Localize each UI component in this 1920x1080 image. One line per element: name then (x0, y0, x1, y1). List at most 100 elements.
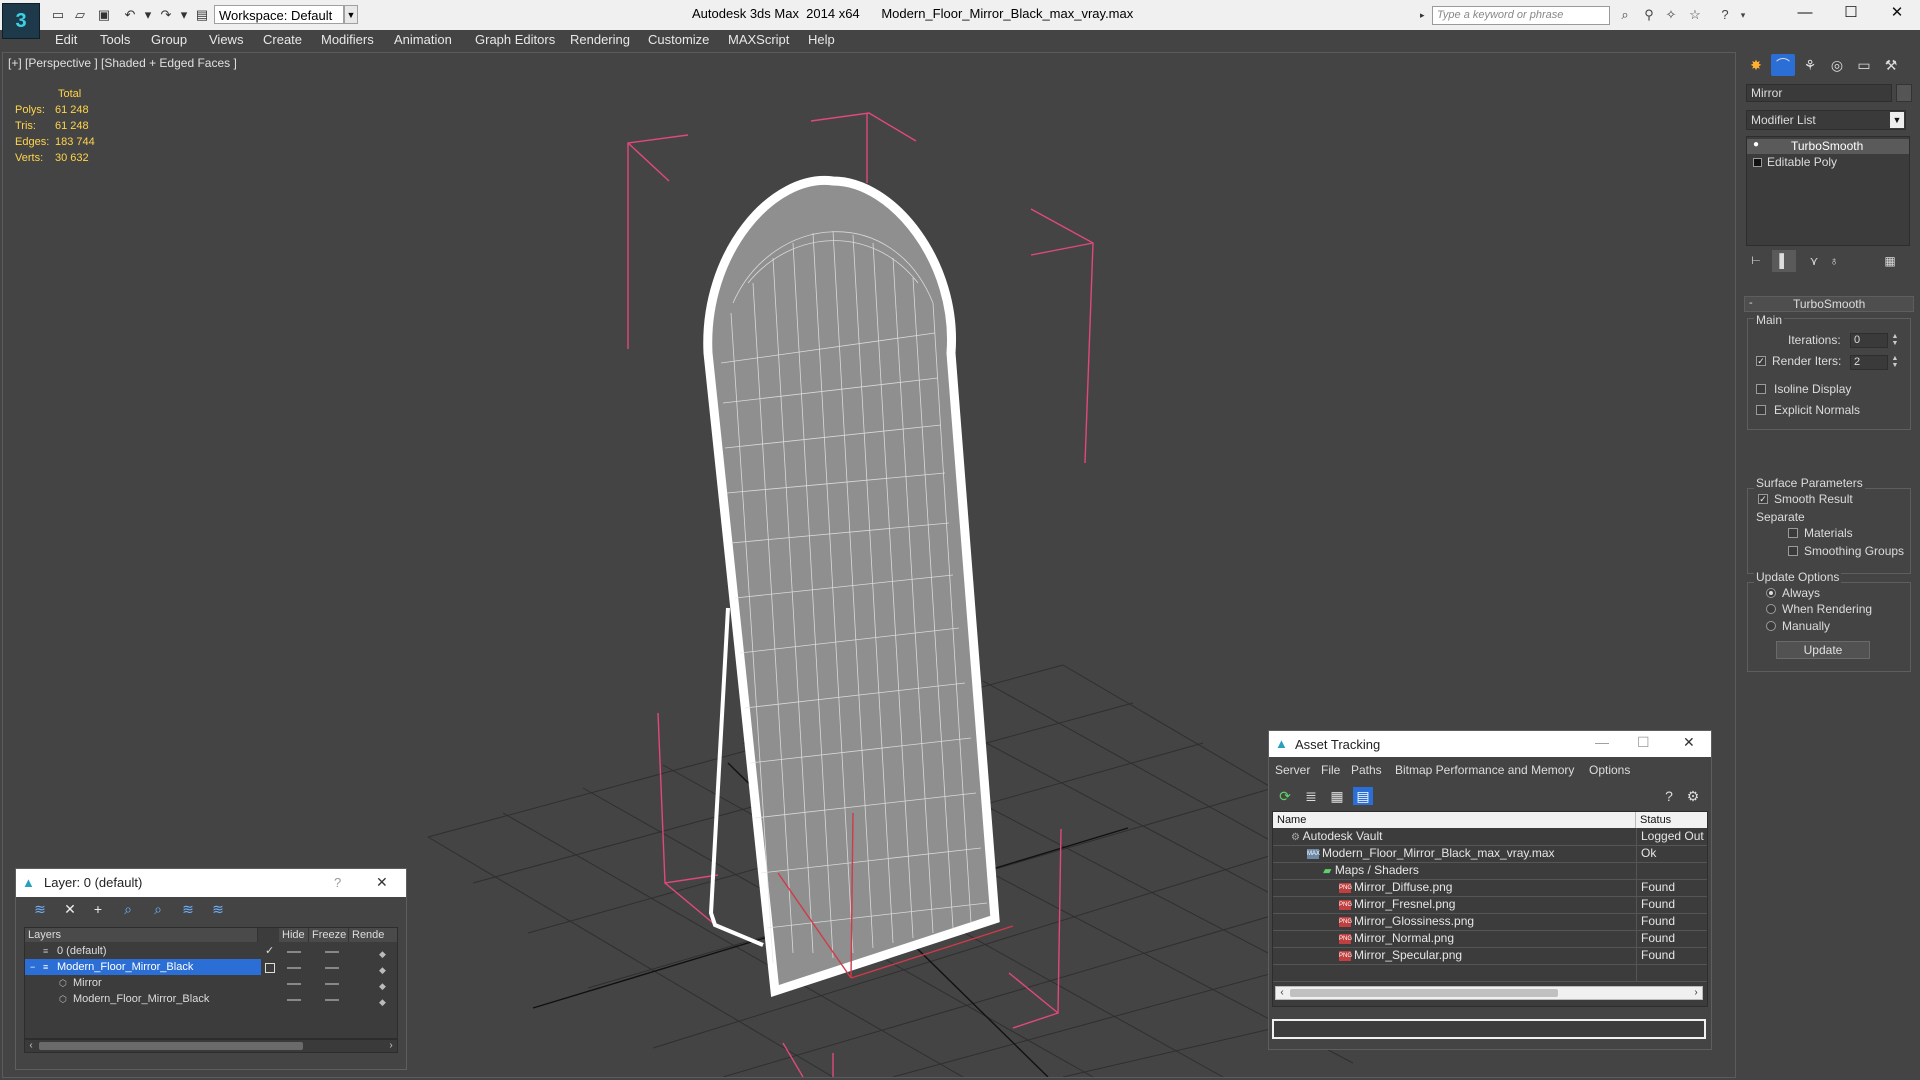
collapse-icon[interactable]: − (30, 959, 35, 975)
freeze-toggle[interactable] (325, 951, 339, 953)
add-layer-icon[interactable]: + (88, 900, 108, 918)
scroll-left-icon[interactable]: ‹ (25, 1040, 37, 1052)
layer-row-selected-columns[interactable]: ◆ (263, 959, 397, 975)
create-tab-icon[interactable]: ✸ (1744, 54, 1768, 76)
delete-layer-icon[interactable]: ✕ (60, 900, 80, 918)
col-hide[interactable]: Hide (279, 928, 309, 942)
maximize-button[interactable]: ☐ (1828, 0, 1874, 26)
asset-dialog-titlebar[interactable]: ▲ Asset Tracking — ☐ ✕ (1269, 731, 1711, 757)
menu-graph-editors[interactable]: Graph Editors (475, 32, 555, 47)
favorites-star-icon[interactable]: ☆ (1686, 7, 1704, 23)
help-button[interactable]: ? (334, 875, 341, 890)
asset-row[interactable]: ▰ Maps / Shaders (1273, 862, 1707, 880)
communication-icon[interactable]: ✧ (1662, 7, 1680, 23)
menu-group[interactable]: Group (151, 32, 187, 47)
asset-row[interactable]: PNG Mirror_Normal.png Found (1273, 930, 1707, 948)
object-row[interactable]: ⬡ Mirror ◆ (25, 975, 397, 991)
smoothing-groups-checkbox[interactable] (1788, 546, 1798, 556)
freeze-toggle[interactable] (325, 967, 339, 969)
list-view-icon[interactable]: ≣ (1301, 787, 1321, 805)
modify-tab-icon[interactable]: ⌒ (1771, 54, 1795, 76)
redo-dropdown-icon[interactable]: ▾ (176, 7, 192, 23)
isoline-display-checkbox[interactable] (1756, 384, 1766, 394)
menu-tools[interactable]: Tools (100, 32, 130, 47)
asset-menu-file[interactable]: File (1321, 763, 1340, 777)
asset-menu-options[interactable]: Options (1589, 763, 1630, 777)
refresh-icon[interactable]: ⟳ (1275, 787, 1295, 805)
undo-dropdown-icon[interactable]: ▾ (140, 7, 156, 23)
asset-path-field[interactable] (1272, 1019, 1706, 1039)
scroll-right-icon[interactable]: › (1690, 987, 1702, 999)
object-name-input[interactable]: Mirror (1746, 84, 1892, 102)
stack-item-turbosmooth[interactable]: ● TurboSmooth (1747, 139, 1909, 154)
layer-dialog-titlebar[interactable]: ▲ Layer: 0 (default) ? ✕ (16, 869, 406, 897)
binoculars-icon[interactable]: ⌕ (1616, 7, 1634, 23)
asset-menu-bitmap-performance[interactable]: Bitmap Performance and Memory (1395, 763, 1574, 777)
asset-row[interactable]: PNG Mirror_Fresnel.png Found (1273, 896, 1707, 914)
close-window-button[interactable]: ✕ (1874, 0, 1920, 26)
asset-horizontal-scrollbar[interactable]: ‹ › (1275, 986, 1703, 1000)
lightbulb-icon[interactable]: ● (1753, 139, 1759, 150)
explicit-normals-checkbox[interactable] (1756, 405, 1766, 415)
maximize-dialog-button[interactable]: ☐ (1637, 734, 1650, 751)
freeze-toggle[interactable] (325, 983, 339, 985)
scroll-thumb[interactable] (39, 1042, 303, 1050)
layer-horizontal-scrollbar[interactable]: ‹ › (24, 1039, 398, 1053)
app-logo-button[interactable]: 3 (2, 3, 40, 39)
close-dialog-button[interactable]: ✕ (1683, 734, 1695, 751)
always-radio[interactable] (1766, 588, 1776, 598)
current-layer-check-icon[interactable]: ✓ (265, 943, 274, 959)
col-freeze[interactable]: Freeze (309, 928, 349, 942)
render-teapot-icon[interactable]: ◆ (379, 994, 386, 1010)
col-name[interactable]: Name (1273, 812, 1636, 828)
menu-maxscript[interactable]: MAXScript (728, 32, 789, 47)
asset-row[interactable]: PNG Mirror_Specular.png Found (1273, 947, 1707, 965)
asset-row[interactable]: PNG Mirror_Diffuse.png Found (1273, 879, 1707, 897)
object-row[interactable]: ⬡ Modern_Floor_Mirror_Black ◆ (25, 991, 397, 1007)
object-color-swatch[interactable] (1896, 84, 1912, 102)
workspace-select[interactable]: Workspace: Default (214, 5, 344, 24)
col-status[interactable]: Status (1636, 812, 1707, 828)
freeze-all-layers-icon[interactable]: ≋ (208, 900, 228, 918)
help-dropdown-icon[interactable]: ⚙ (1683, 787, 1703, 805)
menu-edit[interactable]: Edit (55, 32, 77, 47)
thumbnail-view-icon[interactable]: ▦ (1327, 787, 1347, 805)
hide-toggle[interactable] (287, 967, 301, 969)
close-dialog-button[interactable]: ✕ (376, 874, 388, 891)
motion-tab-icon[interactable]: ◎ (1825, 54, 1849, 76)
scroll-thumb[interactable] (1290, 989, 1558, 997)
render-iters-checkbox[interactable]: ✓ (1756, 356, 1766, 366)
asset-menu-paths[interactable]: Paths (1351, 763, 1382, 777)
current-layer-box-icon[interactable] (265, 963, 275, 973)
search-input[interactable]: Type a keyword or phrase (1432, 6, 1610, 25)
utilities-tab-icon[interactable]: ⚒ (1879, 54, 1903, 76)
menu-views[interactable]: Views (209, 32, 243, 47)
asset-menu-server[interactable]: Server (1275, 763, 1310, 777)
remove-modifier-icon[interactable]: ♁ (1822, 250, 1846, 272)
update-button[interactable]: Update (1776, 641, 1870, 659)
menu-rendering[interactable]: Rendering (570, 32, 630, 47)
hierarchy-tab-icon[interactable]: ⚘ (1798, 54, 1822, 76)
configure-sets-icon[interactable]: ▦ (1878, 250, 1902, 272)
modifier-list-arrow-icon[interactable]: ▼ (1890, 112, 1904, 128)
layers-manager-icon[interactable]: ≋ (30, 900, 50, 918)
undo-icon[interactable]: ↶ (122, 7, 138, 23)
menu-modifiers[interactable]: Modifiers (321, 32, 374, 47)
scroll-left-icon[interactable]: ‹ (1276, 987, 1288, 999)
help-icon[interactable]: ? (1716, 7, 1734, 23)
workspace-dropdown-icon[interactable]: ▼ (344, 5, 358, 24)
layer-row[interactable]: ≡ 0 (default) ✓ ◆ (25, 943, 397, 959)
redo-icon[interactable]: ↷ (158, 7, 174, 23)
help-icon[interactable]: ? (1659, 787, 1679, 805)
search-expand-icon[interactable]: ▸ (1420, 6, 1430, 25)
stack-item-editable-poly[interactable]: Editable Poly (1747, 155, 1909, 170)
show-end-result-icon[interactable]: ▌ (1772, 250, 1796, 272)
menu-help[interactable]: Help (808, 32, 835, 47)
help-dropdown-icon[interactable]: ▾ (1734, 7, 1752, 23)
hide-all-layers-icon[interactable]: ≋ (178, 900, 198, 918)
menu-customize[interactable]: Customize (648, 32, 709, 47)
hide-toggle[interactable] (287, 983, 301, 985)
hide-toggle[interactable] (287, 999, 301, 1001)
menu-animation[interactable]: Animation (394, 32, 452, 47)
when-rendering-radio[interactable] (1766, 604, 1776, 614)
